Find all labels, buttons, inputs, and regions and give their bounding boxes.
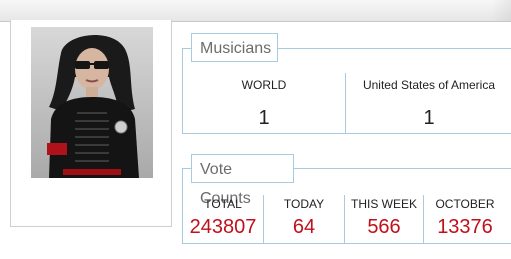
votes-col-week: THIS WEEK 566 <box>345 169 423 243</box>
artist-photo-card <box>10 20 172 227</box>
musicians-panel: Musicians WORLD 1 United States of Ameri… <box>182 33 511 134</box>
browser-top-bar <box>0 0 511 22</box>
rank-label: United States of America <box>362 78 496 92</box>
vote-counts-panel: Vote Counts TOTAL 243807 TODAY 64 THIS W… <box>182 154 511 244</box>
vote-label: TOTAL <box>204 197 242 211</box>
rank-value: 1 <box>423 107 435 129</box>
top-bar-shade <box>491 0 511 21</box>
vote-value: 566 <box>367 216 401 238</box>
vote-label: TODAY <box>283 197 325 211</box>
artist-photo[interactable] <box>31 27 153 178</box>
vote-label: OCTOBER <box>435 197 495 211</box>
rank-value: 1 <box>258 107 270 129</box>
votes-col-today: TODAY 64 <box>264 169 344 243</box>
vote-value: 64 <box>292 216 316 238</box>
vote-label: THIS WEEK <box>350 197 417 211</box>
artist-photo-image <box>31 27 153 178</box>
votes-col-total: TOTAL 243807 <box>183 169 263 243</box>
rank-label: WORLD <box>241 78 287 92</box>
vote-value: 13376 <box>437 216 493 238</box>
musicians-col-world: WORLD 1 <box>183 49 345 133</box>
musicians-col-country: United States of America 1 <box>346 49 511 133</box>
votes-col-month: OCTOBER 13376 <box>424 169 506 243</box>
vote-value: 243807 <box>189 216 257 238</box>
